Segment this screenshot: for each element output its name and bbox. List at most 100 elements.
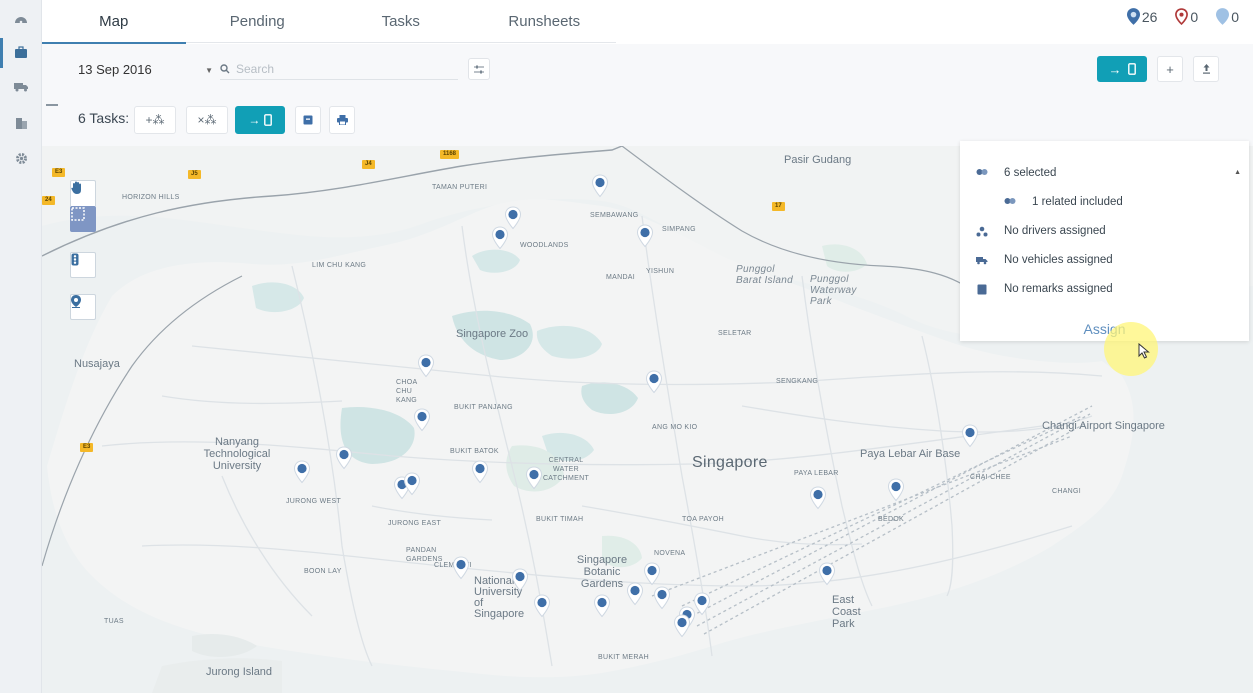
task-pin[interactable] [818, 562, 836, 586]
task-pin[interactable] [653, 586, 671, 610]
pins-icon [1004, 196, 1016, 208]
unassigned-count-value: 0 [1231, 8, 1239, 25]
add-route-icon: +⁂ [145, 113, 165, 127]
task-pin[interactable] [645, 370, 663, 394]
briefcase-icon[interactable] [9, 40, 33, 64]
archive-button[interactable] [295, 106, 321, 134]
task-pin[interactable] [809, 486, 827, 510]
map-label: PAYA LEBAR [794, 470, 839, 477]
select-box-icon [71, 207, 85, 221]
remove-from-route-button[interactable]: ×⁂ [186, 106, 228, 134]
dashboard-icon[interactable] [9, 8, 33, 32]
chevron-down-icon: ▼ [205, 66, 213, 75]
locate-tool[interactable] [70, 294, 96, 320]
road-badge: E3 [52, 168, 66, 177]
map-label: Nanyang Technological University [203, 436, 271, 472]
plus-icon: + [1166, 61, 1174, 77]
building-icon[interactable] [9, 110, 33, 134]
tab-runsheets[interactable]: Runsheets [473, 0, 617, 43]
task-counts: 26 0 0 [1126, 8, 1239, 25]
unassigned-count[interactable]: 0 [1216, 8, 1239, 25]
map-label: Paya Lebar Air Base [860, 448, 961, 460]
remarks-text: No remarks assigned [1004, 283, 1113, 295]
send-to-device-button[interactable]: → [235, 106, 285, 134]
selection-summary-panel: 6 selected ▲ 1 related included No drive… [960, 141, 1249, 341]
search-field[interactable]: Search [220, 58, 458, 80]
map-label: SENGKANG [776, 378, 819, 385]
task-pin[interactable] [887, 478, 905, 502]
task-pin[interactable] [293, 460, 311, 484]
truck-icon[interactable] [9, 74, 33, 98]
map-label: Changi Airport Singapore [1042, 420, 1165, 432]
pan-hand-tool[interactable] [70, 180, 96, 206]
map-label: CHANGI [1052, 488, 1082, 495]
task-pin[interactable] [417, 354, 435, 378]
task-pin[interactable] [593, 594, 611, 618]
road-badge: E3 [80, 443, 94, 452]
task-pin[interactable] [636, 224, 654, 248]
map-label: BUKIT TIMAH [536, 516, 584, 523]
road-badge: J5 [188, 170, 201, 179]
map-label: BUKIT MERAH [598, 654, 650, 661]
map-label: CENTRAL WATER CATCHMENT [542, 457, 590, 482]
task-pin[interactable] [591, 174, 609, 198]
drivers-icon [976, 225, 988, 237]
tab-map[interactable]: Map [42, 0, 186, 44]
task-pin[interactable] [471, 460, 489, 484]
map-label: TOA PAYOH [682, 516, 724, 523]
task-pin[interactable] [626, 582, 644, 606]
add-button[interactable]: + [1157, 56, 1183, 82]
date-picker[interactable]: 13 Sep 2016 ▼ [78, 62, 213, 77]
map-label: Singapore Zoo [456, 328, 529, 340]
map-label: Singapore Botanic Gardens [576, 554, 628, 590]
traffic-layer-tool[interactable] [70, 252, 96, 278]
map-label: Singapore [692, 454, 768, 471]
map-label: WOODLANDS [520, 242, 569, 249]
import-button[interactable] [1193, 56, 1219, 82]
assign-button[interactable]: Assign [960, 321, 1249, 337]
road-badge: 17 [772, 202, 785, 211]
task-pin[interactable] [533, 594, 551, 618]
task-pin[interactable] [335, 446, 353, 470]
map-label: BEDOK [878, 516, 905, 523]
map-label: Punggol Waterway Park [810, 274, 857, 307]
remarks-row: No remarks assigned [976, 283, 1113, 295]
upload-icon [1202, 64, 1210, 74]
task-pin[interactable] [511, 568, 529, 592]
gear-icon[interactable] [9, 146, 33, 170]
task-pin[interactable] [643, 562, 661, 586]
drivers-text: No drivers assigned [1004, 225, 1106, 237]
task-pin[interactable] [403, 472, 421, 496]
print-icon [336, 115, 348, 125]
map-label: JURONG EAST [388, 520, 442, 527]
add-to-route-button[interactable]: +⁂ [134, 106, 176, 134]
map-label: CHOA CHU KANG [396, 379, 418, 404]
task-pin[interactable] [673, 614, 691, 638]
date-value: 13 Sep 2016 [78, 62, 152, 77]
alert-count[interactable]: 0 [1175, 8, 1198, 25]
arrow-right-icon: → [1108, 61, 1122, 77]
collapse-caret-icon[interactable]: ▲ [1234, 169, 1241, 176]
selected-row: 6 selected [976, 167, 1056, 179]
tab-pending[interactable]: Pending [186, 0, 330, 43]
map-label: CHAI CHEE [970, 474, 1011, 481]
task-pin[interactable] [491, 226, 509, 250]
assigned-count[interactable]: 26 [1126, 8, 1157, 25]
print-button[interactable] [329, 106, 355, 134]
map-label: JURONG WEST [286, 498, 342, 505]
hand-icon [71, 181, 81, 194]
map-label: YISHUN [646, 268, 675, 275]
map-pin-red-icon [1175, 8, 1189, 25]
filter-settings-button[interactable] [468, 58, 490, 80]
box-select-tool[interactable] [70, 206, 96, 232]
active-indicator [0, 38, 3, 68]
map-label: BOON LAY [304, 568, 342, 575]
collapse-toggle[interactable] [46, 104, 58, 106]
dispatch-to-device-button[interactable]: → [1097, 56, 1147, 82]
side-nav [0, 0, 42, 693]
tab-tasks[interactable]: Tasks [329, 0, 473, 43]
task-pin[interactable] [525, 466, 543, 490]
task-pin[interactable] [413, 408, 431, 432]
task-pin[interactable] [961, 424, 979, 448]
task-pin[interactable] [452, 556, 470, 580]
